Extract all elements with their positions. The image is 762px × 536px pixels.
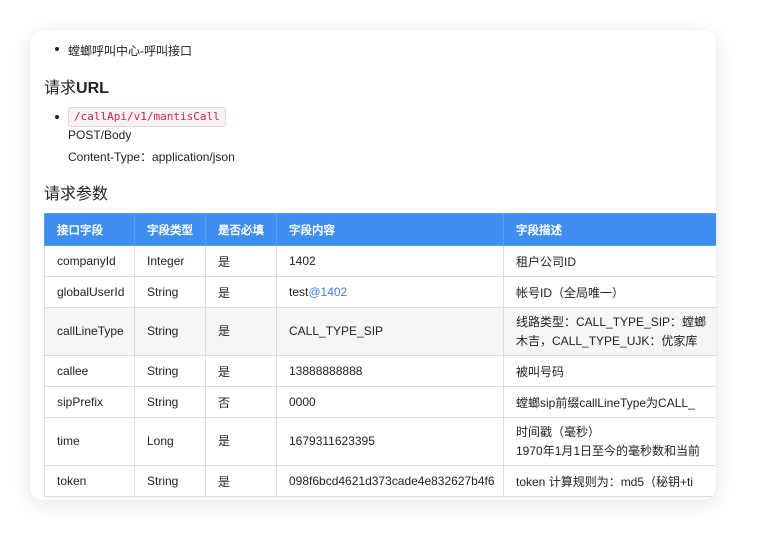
cell-required: 是	[205, 417, 277, 466]
cell-desc: 时间戳（毫秒） 1970年1月1日至今的毫秒数和当前	[503, 417, 716, 466]
cell-content: 13888888888	[276, 355, 504, 387]
http-method: POST/Body	[68, 128, 132, 142]
cell-required: 是	[205, 465, 277, 497]
document-card: 螳螂呼叫中心-呼叫接口 请求URL /callApi/v1/mantisCall…	[30, 30, 716, 500]
table-row: time Long 是 1679311623395 时间戳（毫秒） 1970年1月…	[44, 417, 716, 466]
column-header: 字段描述	[503, 213, 716, 246]
cell-desc: 租户公司ID	[503, 245, 716, 277]
table-row: globalUserId String 是 test@1402 帐号ID（全局唯…	[44, 276, 716, 308]
table-row: callLineType String 是 CALL_TYPE_SIP 线路类型…	[44, 307, 716, 356]
url-path-code: /callApi/v1/mantisCall	[68, 107, 226, 127]
params-table: 接口字段 字段类型 是否必填 字段内容 字段描述 companyId Integ…	[44, 213, 716, 497]
column-header: 字段类型	[134, 213, 206, 246]
cell-field: sipPrefix	[44, 386, 135, 418]
cell-type: Long	[134, 417, 206, 466]
cell-field: globalUserId	[44, 276, 135, 308]
bullet-dot	[55, 115, 59, 119]
cell-required: 是	[205, 276, 277, 308]
cell-content: 0000	[276, 386, 504, 418]
section-bullet: 螳螂呼叫中心-呼叫接口	[68, 44, 192, 58]
cell-field: callee	[44, 355, 135, 387]
cell-content: 1402	[276, 245, 504, 277]
cell-type: String	[134, 386, 206, 418]
cell-desc: 螳螂sip前缀callLineType为CALL_	[503, 386, 716, 418]
cell-type: Integer	[134, 245, 206, 277]
bullet-dot	[55, 47, 59, 51]
cell-field: time	[44, 417, 135, 466]
column-header: 是否必填	[205, 213, 277, 246]
column-header: 字段内容	[276, 213, 504, 246]
cell-content: test@1402	[276, 276, 504, 308]
cell-field: companyId	[44, 245, 135, 277]
cell-content: 1679311623395	[276, 417, 504, 466]
cell-type: String	[134, 307, 206, 356]
cell-required: 是	[205, 355, 277, 387]
table-row: token String 是 098f6bcd4621d373cade4e832…	[44, 465, 716, 497]
table-row: sipPrefix String 否 0000 螳螂sip前缀callLineT…	[44, 386, 716, 418]
content-link[interactable]: @1402	[308, 285, 347, 299]
table-row: companyId Integer 是 1402 租户公司ID	[44, 245, 716, 277]
url-heading: 请求URL	[44, 80, 109, 97]
cell-content: 098f6bcd4621d373cade4e832627b4f6	[276, 465, 504, 497]
cell-type: String	[134, 355, 206, 387]
table-header-row: 接口字段 字段类型 是否必填 字段内容 字段描述	[44, 213, 716, 246]
cell-required: 否	[205, 386, 277, 418]
params-heading: 请求参数	[44, 186, 109, 203]
content-type: Content-Type：application/json	[68, 150, 235, 164]
cell-field: token	[44, 465, 135, 497]
cell-desc: 线路类型：CALL_TYPE_SIP：螳螂 木吉，CALL_TYPE_UJK：优家…	[503, 307, 716, 356]
cell-field: callLineType	[44, 307, 135, 356]
cell-required: 是	[205, 245, 277, 277]
cell-required: 是	[205, 307, 277, 356]
table-row: callee String 是 13888888888 被叫号码	[44, 355, 716, 387]
cell-type: String	[134, 276, 206, 308]
column-header: 接口字段	[44, 213, 135, 246]
cell-type: String	[134, 465, 206, 497]
cell-desc: token 计算规则为：md5（秘钥+ti	[503, 465, 716, 497]
cell-content: CALL_TYPE_SIP	[276, 307, 504, 356]
cell-desc: 被叫号码	[503, 355, 716, 387]
cell-desc: 帐号ID（全局唯一）	[503, 276, 716, 308]
